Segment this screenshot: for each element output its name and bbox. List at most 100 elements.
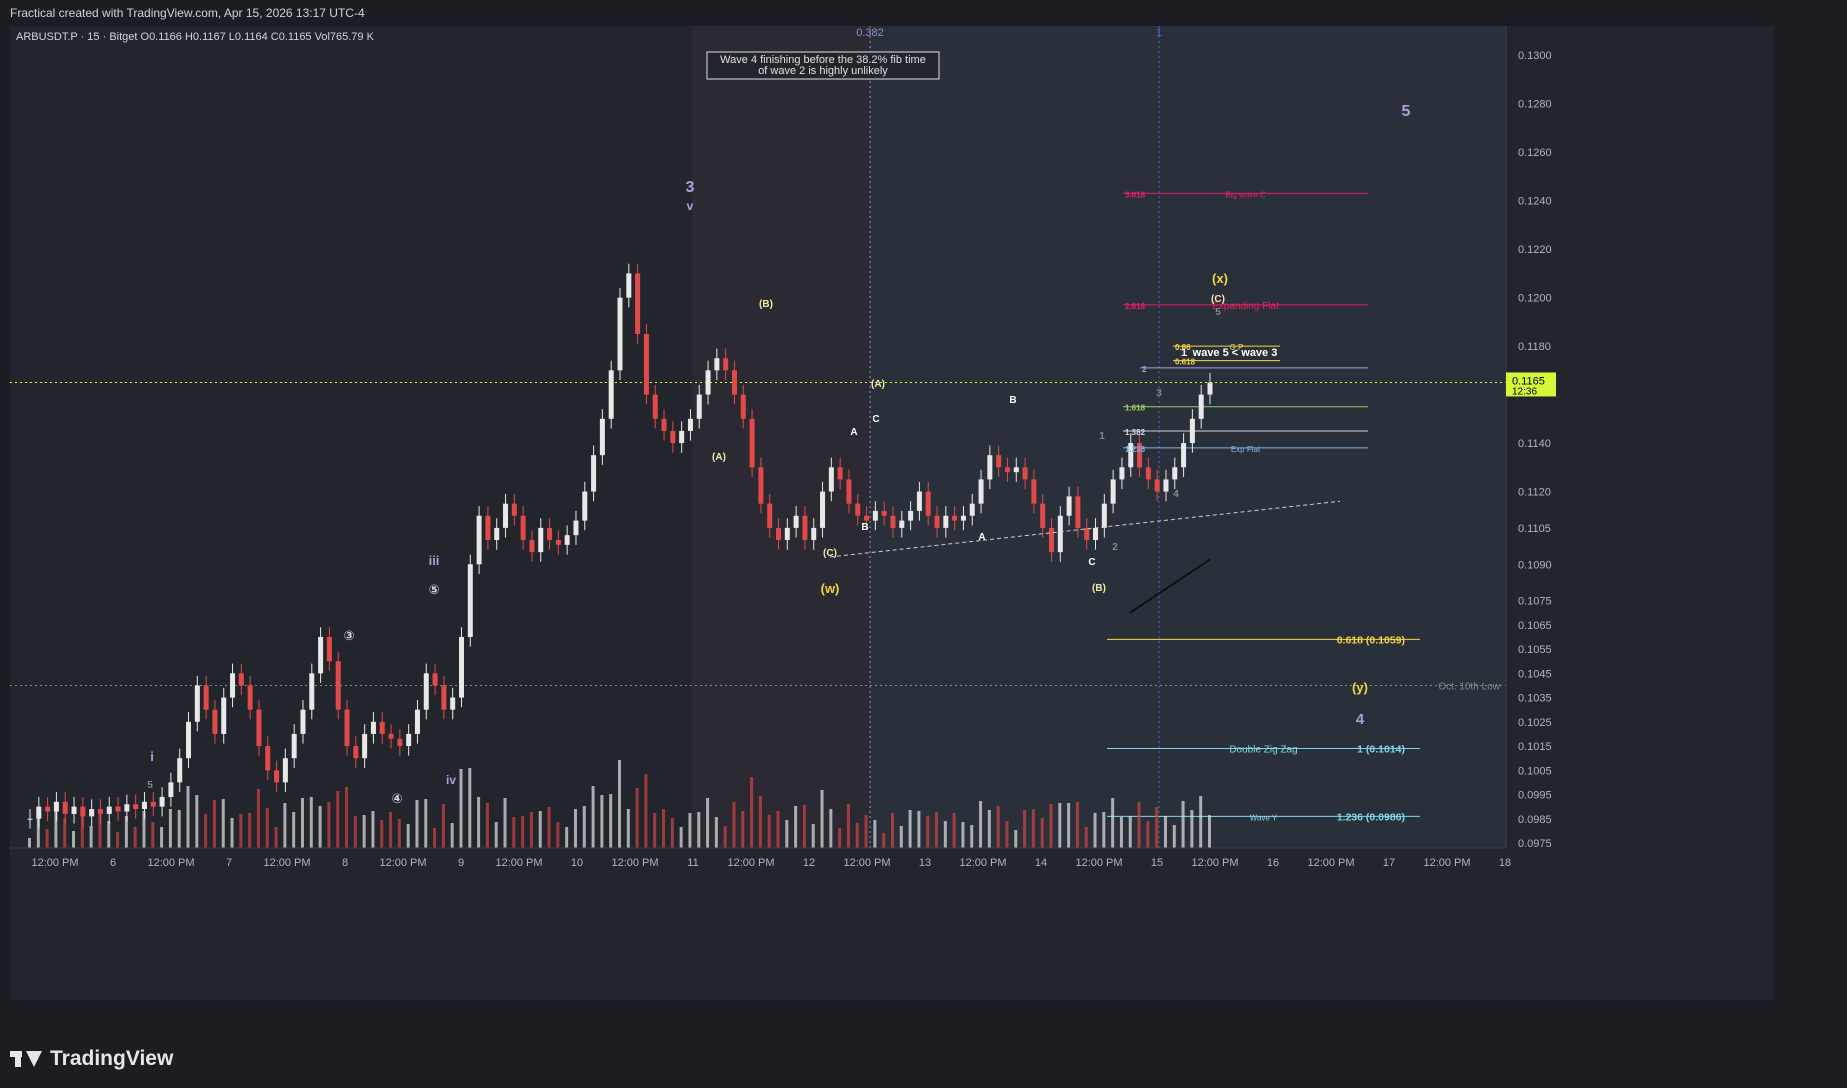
volume-bar: [45, 829, 49, 848]
candle-body: [133, 804, 139, 810]
candle-body: [168, 782, 174, 797]
candle-body: [300, 709, 306, 734]
volume-bar: [459, 769, 463, 848]
candle-body: [186, 721, 192, 759]
symbol-info: ARBUSDT.P · 15 · Bitget O0.1166 H0.1167 …: [16, 31, 375, 43]
wave-label: 5: [147, 780, 153, 791]
candle-body: [388, 733, 394, 739]
candle-body: [1163, 479, 1169, 492]
y-tick-label: 0.1140: [1518, 438, 1551, 450]
x-tick-label: 12:00 PM: [1307, 857, 1354, 869]
fib-level-label: 0.618 (0.1059): [1337, 634, 1405, 646]
volume-bar: [1199, 796, 1203, 848]
wave-label: 1: [1181, 347, 1187, 359]
tradingview-footer: TradingView: [10, 1042, 173, 1076]
candle-body: [952, 515, 958, 521]
candle-body: [256, 709, 262, 747]
wave-label: i: [150, 749, 154, 764]
volume-bar: [917, 811, 921, 848]
volume-bar: [415, 800, 419, 848]
candle-body: [406, 733, 412, 747]
volume-bar: [371, 811, 375, 848]
wave-label: iv: [446, 773, 456, 787]
x-tick-label: 12:00 PM: [1191, 857, 1238, 869]
volume-bar: [758, 796, 762, 848]
volume-bar: [1093, 813, 1097, 848]
volume-bar: [670, 818, 674, 848]
x-tick-label: 10: [571, 857, 583, 869]
candle-body: [247, 685, 253, 710]
volume-bar: [63, 818, 67, 848]
x-tick-label: 12:00 PM: [727, 857, 774, 869]
volume-bar: [212, 800, 216, 848]
candle-body: [705, 370, 711, 395]
x-tick-label: 12:00 PM: [31, 857, 78, 869]
volume-bar: [230, 818, 234, 848]
wave-label: C: [1088, 557, 1095, 568]
candle-body: [441, 685, 447, 710]
candle-body: [881, 510, 887, 516]
candle-body: [318, 636, 324, 674]
wave-label: ③: [343, 628, 354, 643]
wave-label: B: [861, 522, 868, 533]
x-tick-label: 16: [1267, 857, 1279, 869]
fib-level-label: 2.618: [1125, 302, 1146, 311]
volume-bar: [521, 816, 525, 848]
fib-level-label: 1 (0.1014): [1357, 743, 1405, 755]
volume-bar: [239, 814, 243, 848]
candle-body: [555, 540, 561, 545]
volume-bar: [309, 797, 313, 848]
fib-level-label: 1.236: [1125, 445, 1146, 454]
volume-bar: [450, 823, 454, 848]
x-axis-panel: [10, 848, 1774, 1000]
volume-bar: [1119, 817, 1123, 848]
volume-bar: [433, 828, 437, 848]
volume-bar: [221, 799, 225, 848]
candle-body: [265, 746, 271, 771]
candle-body: [362, 733, 368, 759]
candle-body: [1040, 503, 1046, 528]
volume-bar: [556, 822, 560, 848]
candle-body: [731, 370, 737, 395]
volume-bar: [1023, 810, 1027, 848]
volume-bar: [873, 820, 877, 848]
candle-body: [784, 527, 790, 541]
wave-label: 1: [1099, 431, 1105, 442]
candle-body: [159, 796, 165, 807]
fib-level-name: Oct. 10th Low: [1438, 681, 1500, 692]
wave-label: 2: [1112, 542, 1118, 553]
candle-body: [547, 527, 553, 541]
candle-body: [450, 697, 456, 710]
fib-level-label: 1.382: [1125, 428, 1146, 437]
volume-bar: [767, 815, 771, 848]
volume-bar: [565, 827, 569, 848]
candle-body: [890, 515, 896, 528]
candle-body: [80, 806, 86, 817]
volume-bar: [600, 795, 604, 848]
candle-body: [758, 467, 764, 504]
volume-bar: [952, 813, 956, 848]
candle-body: [811, 527, 817, 541]
volume-bar: [820, 790, 824, 848]
volume-bar: [1067, 803, 1071, 848]
volume-bar: [706, 798, 710, 848]
volume-bar: [794, 806, 798, 848]
candle-body: [934, 515, 940, 528]
volume-bar: [714, 817, 718, 848]
candle-body: [1004, 467, 1010, 473]
candle-body: [414, 709, 420, 734]
volume-bar: [494, 822, 498, 848]
volume-bar: [908, 810, 912, 848]
candle-body: [661, 418, 667, 431]
chart-pane[interactable]: ARBUSDT.P · 15 · Bitget O0.1166 H0.1167 …: [10, 26, 1774, 1000]
candle-body: [617, 297, 623, 371]
fib-level-label: 2: [1142, 365, 1147, 374]
fib-level-name: Wave Y: [1250, 813, 1278, 822]
volume-bar: [776, 811, 780, 848]
price-chart[interactable]: ARBUSDT.P · 15 · Bitget O0.1166 H0.1167 …: [10, 26, 1774, 1000]
candle-body: [696, 394, 702, 419]
candle-body: [124, 804, 130, 812]
candle-body: [538, 527, 544, 553]
candle-body: [520, 515, 526, 541]
candle-body: [1181, 443, 1187, 468]
